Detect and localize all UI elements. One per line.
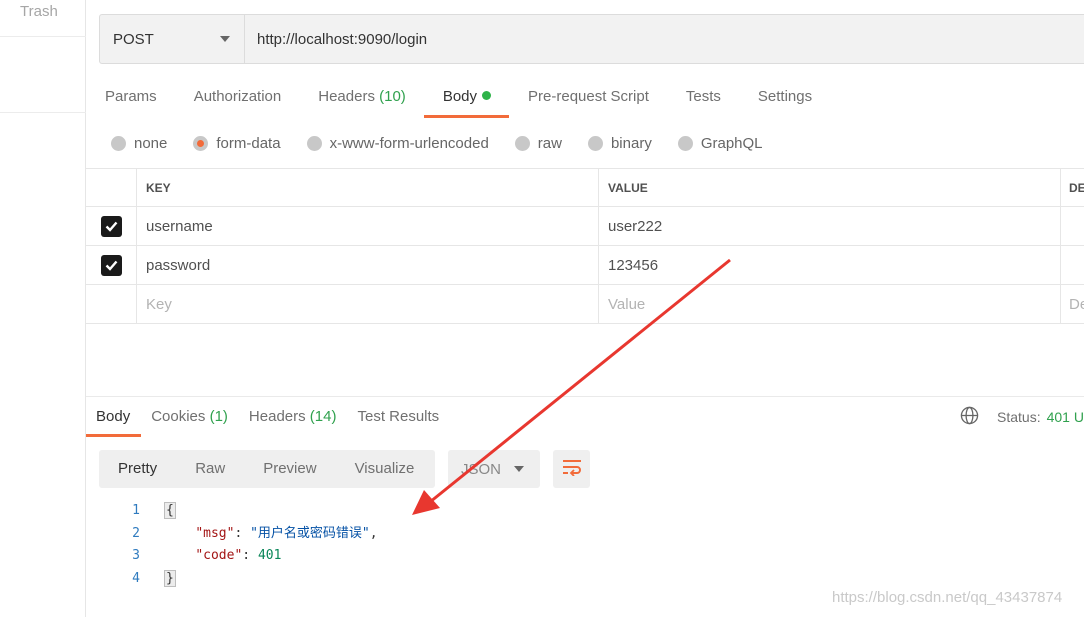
view-visualize-button[interactable]: Visualize — [336, 450, 434, 488]
json-key: "msg" — [195, 525, 235, 541]
value-input[interactable]: 123456 — [599, 246, 1061, 284]
divider — [0, 112, 86, 113]
tab-tests[interactable]: Tests — [667, 80, 739, 116]
divider — [86, 396, 1084, 397]
radio-icon — [677, 135, 693, 151]
tab-cookies[interactable]: Cookies (1) — [141, 399, 239, 437]
radio-none[interactable]: none — [111, 135, 167, 152]
url-input[interactable]: http://localhost:9090/login — [245, 15, 1084, 63]
key-input[interactable]: username — [137, 207, 599, 245]
description-input[interactable] — [1061, 207, 1084, 245]
response-status: Status: 401 U — [960, 406, 1084, 428]
line-number: 1 — [132, 503, 140, 518]
sidebar: Trash — [0, 0, 86, 617]
line-number: 3 — [132, 548, 140, 563]
wrap-lines-icon — [561, 458, 583, 480]
format-label: JSON — [461, 460, 502, 478]
checkbox-checked-icon[interactable] — [100, 215, 122, 237]
divider — [0, 36, 86, 37]
key-input[interactable]: password — [137, 246, 599, 284]
table-row: username user222 — [86, 207, 1084, 246]
value-input[interactable]: user222 — [599, 207, 1061, 245]
tab-headers[interactable]: Headers (10) — [299, 80, 424, 116]
form-data-table: KEY VALUE DE username user222 password 1… — [86, 168, 1084, 324]
method-select[interactable]: POST — [100, 15, 245, 63]
value-input[interactable]: Value — [599, 285, 1061, 323]
body-type-radios: none form-data x-www-form-urlencoded raw… — [111, 132, 789, 154]
code-line: 4 } — [100, 568, 378, 591]
line-number: 4 — [132, 570, 140, 586]
radio-icon — [111, 135, 126, 151]
chevron-down-icon — [514, 466, 524, 472]
tab-body[interactable]: Body — [423, 80, 510, 118]
request-tabs: Params Authorization Headers (10) Body P… — [86, 80, 830, 118]
response-tabs: Body Cookies (1) Headers (14) Test Resul… — [86, 399, 450, 437]
method-label: POST — [113, 30, 154, 48]
tab-response-headers[interactable]: Headers (14) — [239, 399, 348, 437]
chevron-down-icon — [220, 36, 230, 42]
response-code-view[interactable]: 1 { 2 "msg": "用户名或密码错误", 3 "code": 401 4… — [100, 500, 378, 590]
status-label: Status: — [997, 409, 1041, 425]
radio-graphql[interactable]: GraphQL — [677, 135, 763, 152]
view-mode-toolbar: Pretty Raw Preview Visualize — [99, 450, 435, 488]
tab-authorization[interactable]: Authorization — [175, 80, 300, 116]
radio-icon — [587, 135, 603, 151]
brace: } — [164, 569, 176, 587]
radio-form-data[interactable]: form-data — [193, 135, 281, 152]
radio-binary[interactable]: binary — [587, 135, 652, 152]
radio-icon — [514, 135, 530, 151]
tab-settings[interactable]: Settings — [739, 80, 830, 116]
json-number-value: 401 — [257, 548, 282, 563]
cookies-count: (1) — [209, 408, 228, 425]
wrap-lines-button[interactable] — [553, 450, 590, 488]
tab-test-results[interactable]: Test Results — [347, 399, 450, 437]
brace: { — [164, 502, 176, 519]
view-raw-button[interactable]: Raw — [176, 450, 244, 488]
code-line: 1 { — [100, 500, 378, 523]
tab-params[interactable]: Params — [86, 80, 175, 116]
key-input[interactable]: Key — [137, 285, 599, 323]
headers-count: (10) — [379, 88, 406, 105]
status-dot-icon — [482, 91, 492, 100]
column-header-value: VALUE — [599, 169, 1061, 206]
globe-icon[interactable] — [960, 406, 979, 428]
view-preview-button[interactable]: Preview — [244, 450, 335, 488]
tab-pre-request-script[interactable]: Pre-request Script — [509, 80, 667, 116]
line-number: 2 — [132, 525, 140, 541]
watermark: https://blog.csdn.net/qq_43437874 — [832, 589, 1063, 606]
response-headers-count: (14) — [309, 408, 337, 425]
view-pretty-button[interactable]: Pretty — [99, 450, 176, 488]
radio-icon — [306, 135, 322, 151]
checkbox-checked-icon[interactable] — [100, 254, 122, 276]
column-header-description: DE — [1069, 180, 1084, 195]
radio-raw[interactable]: raw — [514, 135, 562, 152]
status-badge[interactable]: 401 U — [1047, 409, 1084, 425]
code-line: 3 "code": 401 — [100, 545, 378, 568]
radio-x-www-form-urlencoded[interactable]: x-www-form-urlencoded — [306, 135, 489, 152]
json-string-value: "用户名或密码错误" — [250, 525, 370, 541]
tab-response-body[interactable]: Body — [86, 399, 142, 437]
table-header-row: KEY VALUE DE — [86, 169, 1084, 207]
column-header-key: KEY — [137, 169, 599, 206]
description-input[interactable]: De — [1061, 285, 1084, 323]
code-line: 2 "msg": "用户名或密码错误", — [100, 523, 377, 546]
format-select[interactable]: JSON — [448, 450, 540, 488]
json-key: "code" — [195, 548, 243, 563]
radio-selected-icon — [193, 135, 209, 151]
description-input[interactable] — [1061, 246, 1084, 284]
request-url-bar: POST http://localhost:9090/login — [99, 14, 1084, 64]
table-row: password 123456 — [86, 246, 1084, 285]
table-row-empty: Key Value De — [86, 285, 1084, 324]
sidebar-item-trash[interactable]: Trash — [20, 3, 58, 20]
